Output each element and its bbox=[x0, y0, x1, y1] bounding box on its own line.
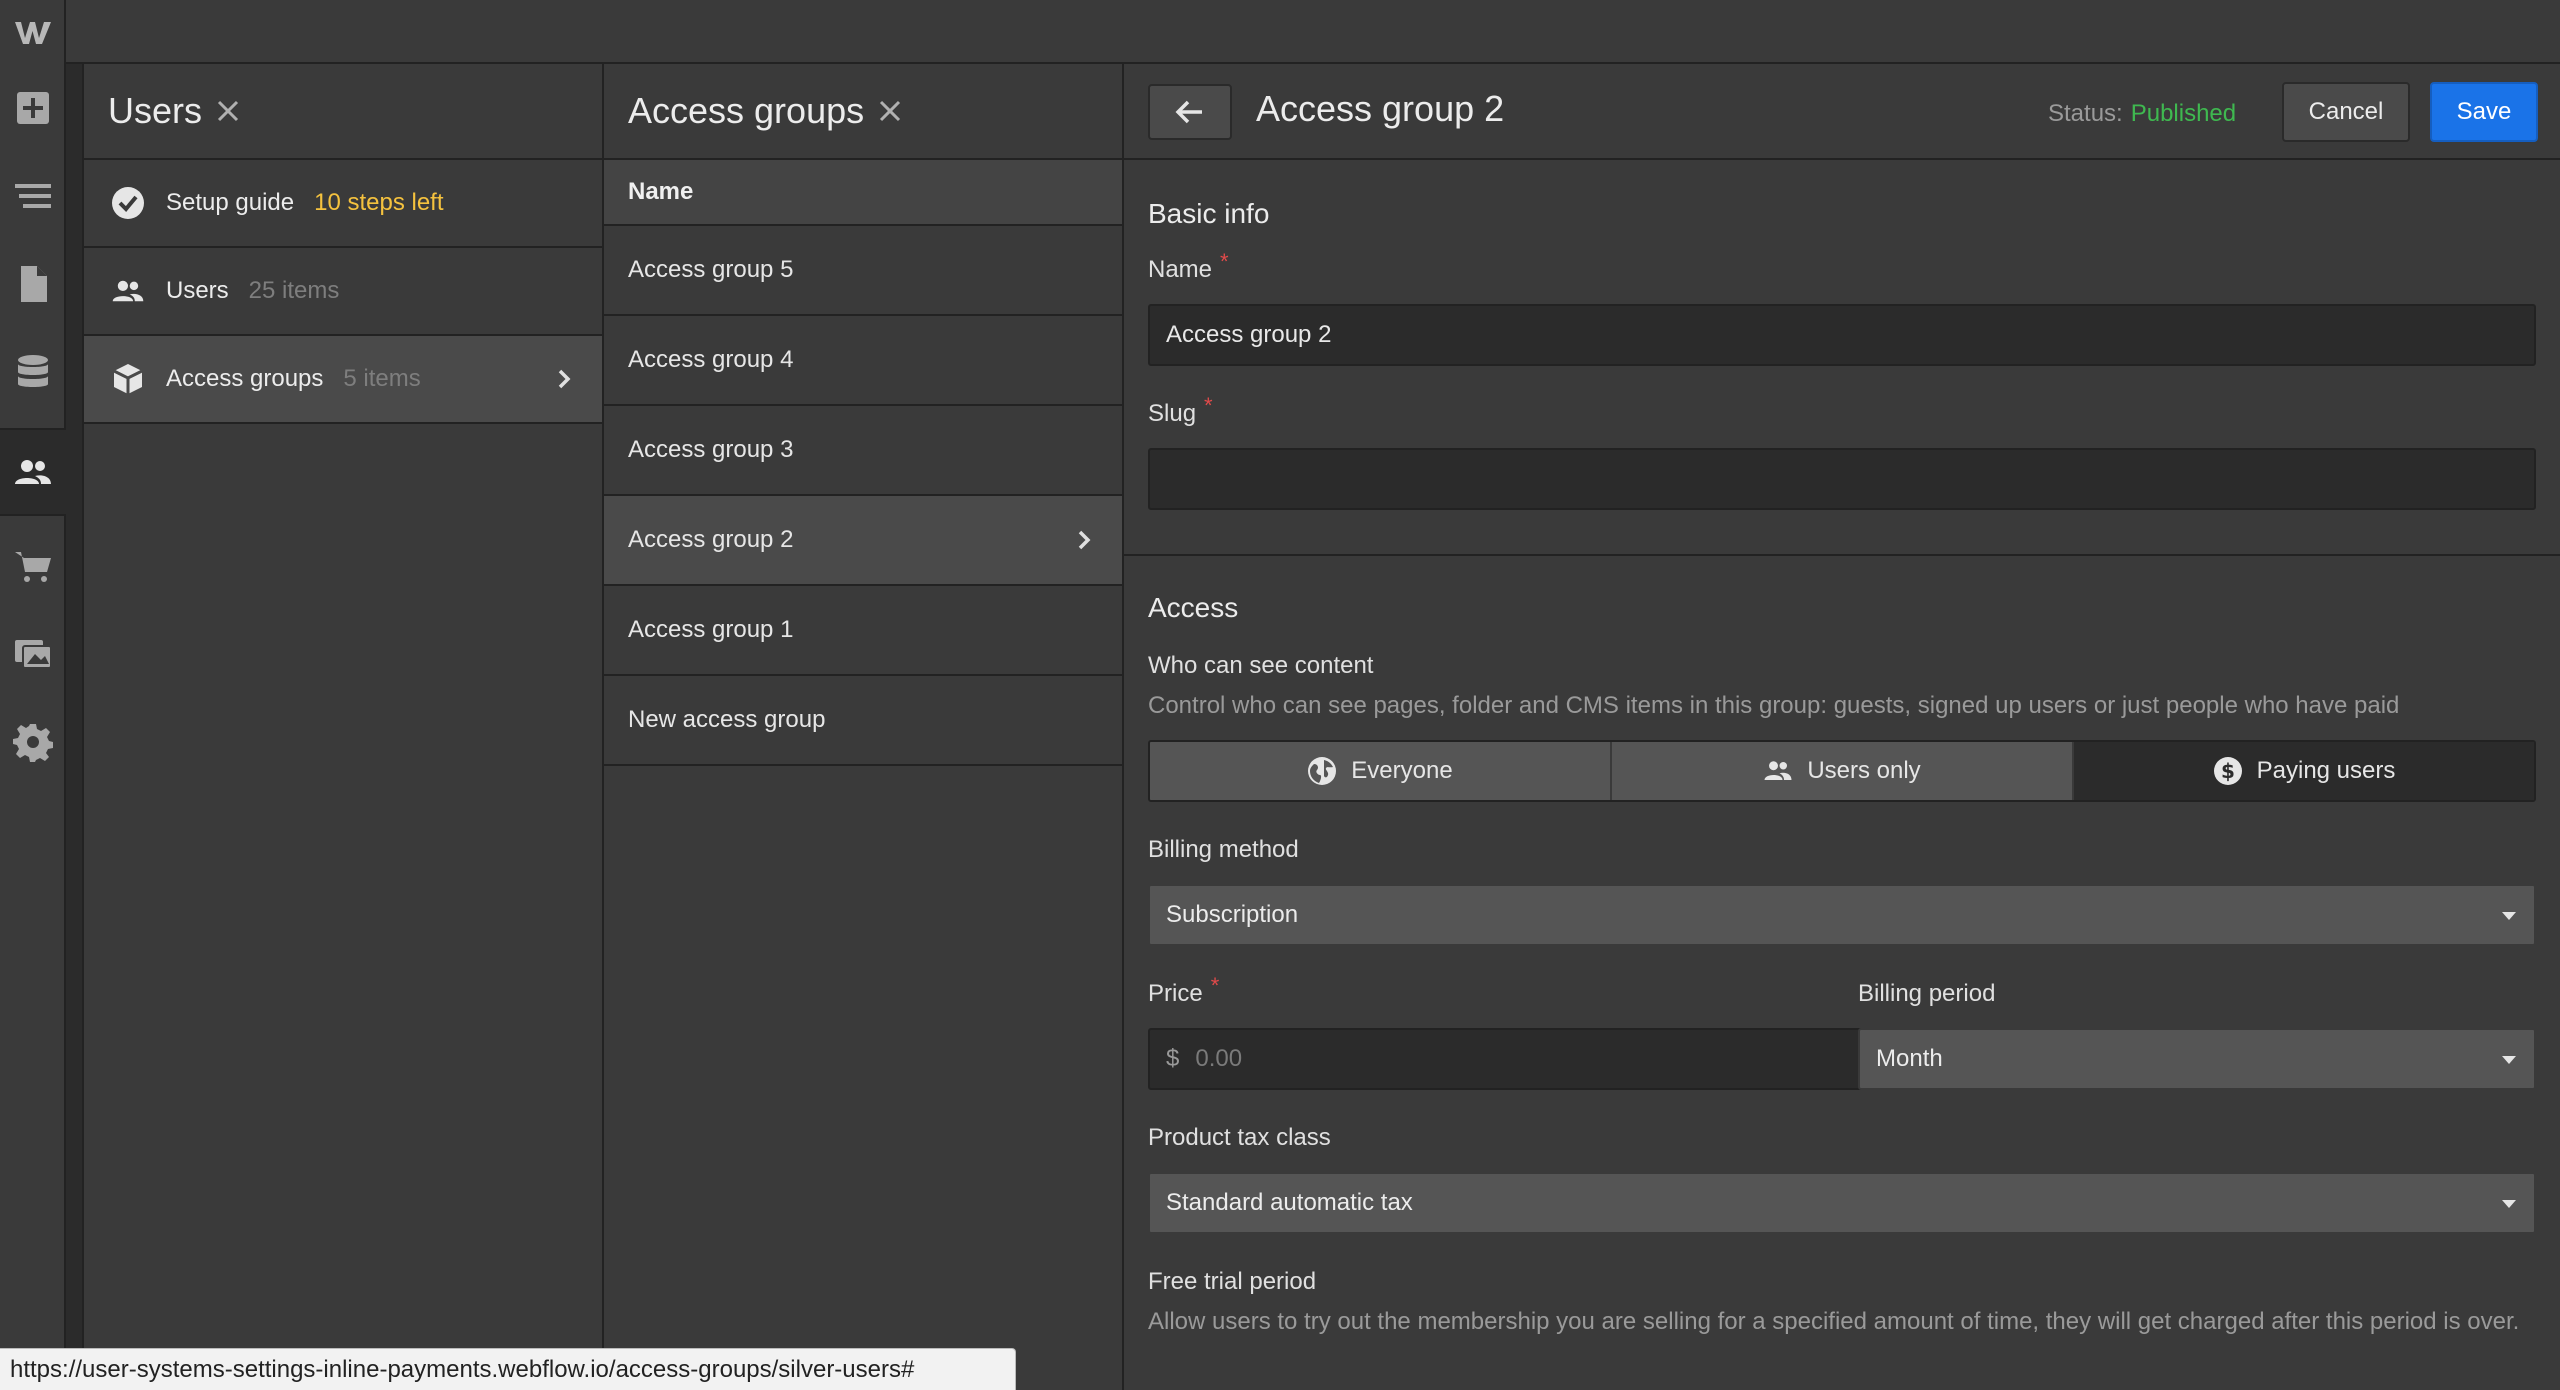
option-label: Users only bbox=[1807, 757, 1921, 784]
status-label: Status: bbox=[2048, 100, 2123, 127]
steps-left-badge: 10 steps left bbox=[314, 189, 444, 216]
detail-header: Access group 2 Status: Published Cancel S… bbox=[1124, 64, 2560, 160]
ecommerce-cart-icon[interactable] bbox=[0, 522, 66, 610]
top-bar bbox=[66, 0, 2560, 64]
access-groups-panel-header: Access groups bbox=[604, 64, 1122, 160]
settings-gear-icon[interactable] bbox=[0, 698, 66, 786]
users-icon bbox=[110, 273, 146, 309]
browser-status-url: https://user-systems-settings-inline-pay… bbox=[0, 1348, 1016, 1390]
list-item[interactable]: Access group 5 bbox=[604, 226, 1122, 316]
webflow-logo-icon[interactable] bbox=[0, 0, 66, 64]
list-item[interactable]: Access group 1 bbox=[604, 586, 1122, 676]
section-divider bbox=[1124, 554, 2560, 556]
sidebar-item-label: Access groups bbox=[166, 365, 324, 392]
access-option-everyone[interactable]: Everyone bbox=[1150, 742, 1612, 800]
sidebar-item-setup-guide[interactable]: Setup guide 10 steps left bbox=[84, 160, 602, 248]
chevron-right-icon bbox=[1074, 528, 1094, 552]
assets-icon[interactable] bbox=[0, 610, 66, 698]
price-label: Price * bbox=[1148, 973, 1220, 1007]
status-indicator: Status: Published bbox=[2048, 100, 2236, 128]
price-placeholder: 0.00 bbox=[1195, 1045, 1243, 1072]
dollar-icon: $ bbox=[2213, 757, 2242, 785]
access-option-users-only[interactable]: Users only bbox=[1612, 742, 2074, 800]
list-item-label: Access group 2 bbox=[628, 526, 794, 553]
access-option-paying-users[interactable]: $ Paying users bbox=[2074, 742, 2534, 800]
name-field-label: Name * bbox=[1148, 249, 1229, 283]
sidebar-item-label: Users bbox=[166, 277, 229, 304]
slug-input[interactable] bbox=[1148, 448, 2536, 510]
back-button[interactable] bbox=[1148, 84, 1232, 140]
column-header-name[interactable]: Name bbox=[604, 160, 1122, 226]
status-badge: Published bbox=[2130, 100, 2237, 127]
price-input[interactable]: $ 0.00 bbox=[1148, 1028, 1908, 1090]
sidebar-item-label: Setup guide bbox=[166, 189, 295, 216]
who-can-see-label: Who can see content bbox=[1148, 652, 1374, 679]
list-item[interactable]: Access group 2 bbox=[604, 496, 1122, 586]
item-count: 25 items bbox=[248, 277, 340, 304]
navigator-icon[interactable] bbox=[0, 152, 66, 240]
users-icon bbox=[1764, 761, 1792, 780]
chevron-right-icon bbox=[554, 367, 574, 391]
left-toolbar bbox=[0, 0, 66, 1390]
check-circle-icon bbox=[110, 185, 146, 221]
basic-info-title: Basic info bbox=[1148, 198, 1270, 229]
billing-period-label: Billing period bbox=[1858, 980, 1996, 1007]
list-item-label: Access group 3 bbox=[628, 436, 794, 463]
svg-text:$: $ bbox=[2221, 759, 2235, 783]
users-panel: Users Setup guide 10 steps left Users 25… bbox=[82, 64, 604, 1390]
billing-method-label: Billing method bbox=[1148, 836, 1299, 863]
who-can-see-description: Control who can see pages, folder and CM… bbox=[1148, 692, 2400, 719]
users-icon[interactable] bbox=[0, 428, 66, 516]
users-panel-header: Users bbox=[84, 64, 602, 160]
page-title: Access group 2 bbox=[1256, 88, 1505, 129]
list-item[interactable]: New access group bbox=[604, 676, 1122, 766]
access-type-segmented-control: Everyone Users only $ Paying users bbox=[1148, 740, 2536, 802]
close-access-groups-panel-icon[interactable] bbox=[876, 97, 904, 125]
slug-field-label: Slug * bbox=[1148, 393, 1213, 427]
free-trial-description: Allow users to try out the membership yo… bbox=[1148, 1308, 2520, 1335]
cms-database-icon[interactable] bbox=[0, 328, 66, 416]
arrow-left-icon bbox=[1175, 100, 1202, 124]
tax-class-label: Product tax class bbox=[1148, 1124, 1331, 1151]
currency-symbol: $ bbox=[1166, 1045, 1180, 1072]
sidebar-item-access-groups[interactable]: Access groups 5 items bbox=[84, 336, 602, 424]
chevron-down-icon bbox=[2502, 1200, 2516, 1208]
name-input[interactable]: Access group 2 bbox=[1148, 304, 2536, 366]
list-item-label: New access group bbox=[628, 706, 826, 733]
cancel-button[interactable]: Cancel bbox=[2282, 82, 2410, 142]
close-users-panel-icon[interactable] bbox=[214, 97, 242, 125]
access-groups-panel: Access groups Name Access group 5 Access… bbox=[604, 64, 1124, 1390]
pages-icon[interactable] bbox=[0, 240, 66, 328]
selected-value: Month bbox=[1876, 1045, 1943, 1072]
list-item[interactable]: Access group 4 bbox=[604, 316, 1122, 406]
access-group-detail-panel: Access group 2 Status: Published Cancel S… bbox=[1124, 64, 2560, 1390]
list-item[interactable]: Access group 3 bbox=[604, 406, 1122, 496]
list-item-label: Access group 5 bbox=[628, 256, 794, 283]
option-label: Paying users bbox=[2256, 757, 2396, 784]
save-button[interactable]: Save bbox=[2430, 82, 2538, 142]
list-item-label: Access group 4 bbox=[628, 346, 794, 373]
cube-icon bbox=[110, 361, 146, 397]
selected-value: Standard automatic tax bbox=[1166, 1189, 1413, 1216]
chevron-down-icon bbox=[2502, 912, 2516, 920]
billing-period-select[interactable]: Month bbox=[1858, 1028, 2536, 1090]
option-label: Everyone bbox=[1351, 757, 1453, 784]
sidebar-item-users[interactable]: Users 25 items bbox=[84, 248, 602, 336]
chevron-down-icon bbox=[2502, 1056, 2516, 1064]
users-panel-title: Users bbox=[108, 90, 203, 131]
list-item-label: Access group 1 bbox=[628, 616, 794, 643]
globe-icon bbox=[1308, 757, 1337, 785]
access-title: Access bbox=[1148, 592, 1239, 623]
billing-method-select[interactable]: Subscription bbox=[1148, 884, 2536, 946]
free-trial-label: Free trial period bbox=[1148, 1268, 1317, 1295]
add-panel-icon[interactable] bbox=[0, 64, 66, 152]
access-groups-panel-title: Access groups bbox=[628, 90, 865, 131]
item-count: 5 items bbox=[343, 365, 421, 392]
tax-class-select[interactable]: Standard automatic tax bbox=[1148, 1172, 2536, 1234]
selected-value: Subscription bbox=[1166, 901, 1299, 928]
